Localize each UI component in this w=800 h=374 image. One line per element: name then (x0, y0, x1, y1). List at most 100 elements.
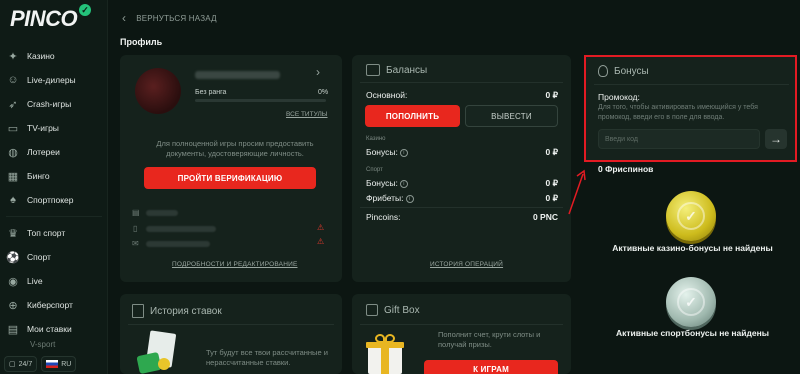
gift-box-illustration (366, 334, 404, 374)
lottery-icon: ◍ (8, 146, 18, 159)
gift-box-card: Gift Box Пополнит счет, крути слоты и по… (352, 294, 571, 374)
divider (360, 82, 563, 83)
balances-header: Балансы (366, 64, 427, 76)
info-icon[interactable]: i (399, 149, 408, 157)
dealer-icon: ☺ (7, 74, 19, 86)
tv-icon: ▭ (7, 122, 19, 135)
ball-icon: ⚽ (6, 251, 20, 264)
cards-icon: ♠ (10, 194, 16, 206)
main-balance-label: Основной: (366, 90, 408, 100)
promo-label: Промокод: (598, 92, 640, 102)
arrow-right-icon: → (770, 132, 782, 146)
operations-history-link[interactable]: ИСТОРИЯ ОПЕРАЦИЙ (430, 261, 503, 268)
support-button[interactable]: ▢ 24/7 (4, 356, 38, 372)
sidebar-item-live-dealers[interactable]: ☺ Live-дилеры (0, 68, 108, 92)
sidebar-item-top-sport[interactable]: ♛ Топ спорт (0, 221, 108, 245)
wallet-icon (366, 64, 380, 76)
nav-divider (6, 216, 102, 217)
info-icon[interactable]: i (405, 195, 414, 203)
blurred-id (146, 210, 178, 216)
top-sport-icon: ♛ (8, 227, 18, 240)
sidebar-item-sport[interactable]: ⚽ Спорт (0, 245, 108, 269)
receipt-icon (132, 304, 144, 318)
gamepad-icon: ⊕ (8, 299, 18, 312)
freebets-value: 0 ₽ (545, 193, 559, 203)
casino-bonuses-empty: Активные казино-бонусы не найдены (612, 243, 773, 253)
bonuses-header: Бонусы (598, 65, 649, 77)
promo-submit-button[interactable]: → (765, 129, 787, 149)
rocket-icon: ➶ (8, 98, 18, 111)
casino-bonus-value: 0 ₽ (545, 147, 559, 157)
sport-bonuses-empty: Активные спортбонусы не найдены (615, 328, 770, 338)
sidebar-item-vsport[interactable]: V-sport (30, 340, 55, 349)
warning-icon: ⚠ (317, 223, 325, 232)
chevron-left-icon: ‹ (122, 11, 127, 25)
warning-icon: ⚠ (317, 237, 325, 246)
sport-section-label: Спорт (366, 167, 383, 173)
sidebar-item-crash[interactable]: ➶ Crash-игры (0, 92, 108, 116)
bets-icon: ▤ (7, 323, 19, 336)
casino-section-label: Казино (366, 136, 386, 142)
pincoins-value: 0 PNC (532, 212, 558, 222)
divider (360, 207, 563, 208)
rank-percent: 0% (318, 89, 329, 96)
gift-box-text: Пополнит счет, крути слоты и получай при… (438, 330, 541, 349)
logo-check-icon: ✓ (79, 4, 91, 16)
flag-icon (46, 360, 59, 368)
info-icon[interactable]: i (399, 180, 408, 188)
chevron-right-icon[interactable]: › (316, 65, 320, 79)
chat-icon: ▢ (9, 361, 16, 368)
annotation-arrow (568, 169, 586, 215)
sidebar-footer: ▢ 24/7 RU (4, 356, 104, 372)
sidebar-item-my-bets[interactable]: ▤ Мои ставки (0, 317, 108, 341)
withdraw-button[interactable]: ВЫВЕСТИ (465, 105, 558, 127)
freebets-label: Фрибеты: i (366, 193, 414, 203)
page-title: Профиль (120, 37, 163, 47)
live-icon: ◉ (8, 275, 18, 288)
money-illustration (134, 330, 182, 374)
medal-icon (598, 65, 608, 77)
divider (594, 84, 789, 85)
pincoins-label: Pincoins: (366, 212, 401, 222)
balances-card: Балансы Основной: 0 ₽ ПОПОЛНИТЬ ВЫВЕСТИ … (352, 55, 571, 282)
brand-logo[interactable]: PINCO (10, 6, 78, 32)
verify-button[interactable]: ПРОЙТИ ВЕРИФИКАЦИЮ (144, 167, 316, 189)
id-icon: ▤ (132, 208, 140, 217)
sidebar-item-casino[interactable]: ✦ Казино (0, 44, 108, 68)
avatar[interactable] (135, 68, 181, 114)
bet-history-card: История ставок Тут будут все твои рассчи… (120, 294, 342, 374)
blurred-phone (146, 226, 216, 232)
main-balance-value: 0 ₽ (545, 90, 559, 100)
to-games-button[interactable]: К ИГРАМ (424, 360, 558, 374)
rank-label: Без ранга (195, 89, 227, 96)
sidebar-nav: ✦ Казино ☺ Live-дилеры ➶ Crash-игры ▭ TV-игр… (0, 44, 108, 341)
divider (128, 324, 334, 325)
phone-icon: ▯ (133, 224, 138, 233)
casino-bonus-coin-icon: ✓ (666, 191, 716, 241)
sidebar-item-esports[interactable]: ⊕ Киберспорт (0, 293, 108, 317)
promo-description: Для того, чтобы активировать имеющийся у… (598, 104, 758, 121)
all-titles-link[interactable]: ВСЕ ТИТУЛЫ (286, 111, 328, 118)
bingo-icon: ▦ (7, 170, 19, 183)
sport-bonus-value: 0 ₽ (545, 178, 559, 188)
promo-code-input[interactable]: Введи код (598, 129, 760, 149)
mail-icon: ✉ (132, 239, 139, 248)
sidebar-item-lottery[interactable]: ◍ Лотереи (0, 140, 108, 164)
sidebar-item-bingo[interactable]: ▦ Бинго (0, 164, 108, 188)
divider (360, 324, 563, 325)
casino-icon: ✦ (8, 50, 18, 63)
blurred-email (146, 241, 210, 247)
gift-icon (366, 304, 378, 316)
profile-card: › Без ранга 0% ВСЕ ТИТУЛЫ Для полноценно… (120, 55, 342, 282)
verification-text: Для полноценной игры просим предоставить… (156, 139, 314, 158)
language-selector[interactable]: RU (41, 356, 77, 372)
sidebar-item-sportpoker[interactable]: ♠ Спортпокер (0, 188, 108, 212)
sport-bonus-coin-icon: ✓ (666, 277, 716, 327)
deposit-button[interactable]: ПОПОЛНИТЬ (365, 105, 460, 127)
bet-history-text: Тут будут все твои рассчитанные и нерасс… (206, 348, 328, 367)
sidebar-item-live[interactable]: ◉ Live (0, 269, 108, 293)
details-edit-link[interactable]: ПОДРОБНОСТИ И РЕДАКТИРОВАНИЕ (172, 261, 298, 268)
back-link[interactable]: ‹ ВЕРНУТЬСЯ НАЗАД (122, 11, 217, 25)
gift-box-header: Gift Box (366, 304, 420, 316)
sidebar-item-tv[interactable]: ▭ TV-игры (0, 116, 108, 140)
